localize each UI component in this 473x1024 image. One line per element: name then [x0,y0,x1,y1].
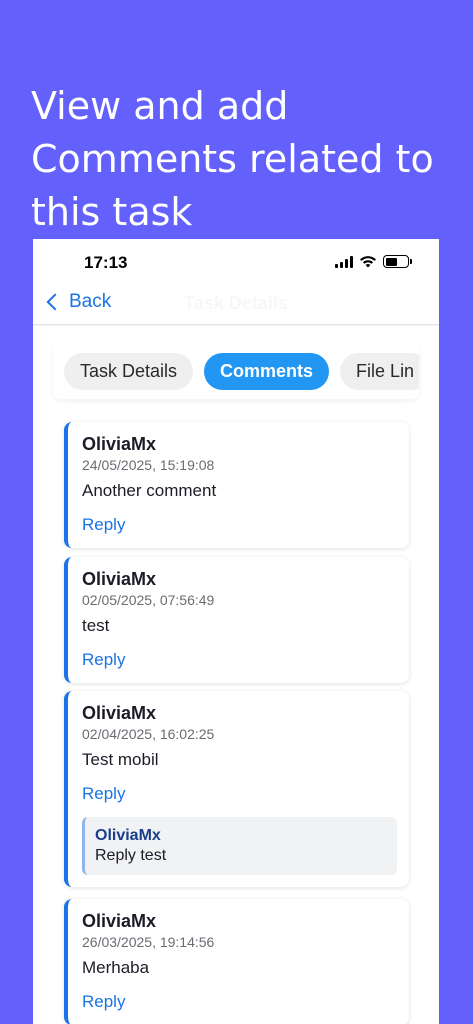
comment-author: OliviaMx [82,434,157,454]
status-time: 17:13 [84,253,128,272]
cellular-signal-icon [335,255,353,268]
comment-text: Merhaba [82,958,150,977]
comment-author: OliviaMx [82,569,157,589]
comment-date: 02/05/2025, 07:56:49 [82,592,215,608]
comment-text: Test mobil [82,750,159,769]
reply-button[interactable]: Reply [82,783,397,805]
comment-date: 02/04/2025, 16:02:25 [82,726,215,742]
battery-icon [383,255,412,268]
comment-card: OliviaMx 02/04/2025, 16:02:25 Test mobil… [64,691,409,887]
reply-item: OliviaMx Reply test [82,817,397,875]
reply-button[interactable]: Reply [82,649,397,683]
reply-button[interactable]: Reply [82,514,397,548]
tab-task-details[interactable]: Task Details [64,353,194,390]
comment-card: OliviaMx 26/03/2025, 19:14:56 Merhaba Re… [64,899,409,1024]
comment-author: OliviaMx [82,703,157,723]
comment-card: OliviaMx 24/05/2025, 15:19:08 Another co… [64,422,409,548]
status-bar: 17:13 [33,239,439,287]
phone-screen: 17:13 Back Task Details Task Details Com… [33,239,439,1024]
reply-button[interactable]: Reply [82,991,397,1024]
comment-text: Another comment [82,481,217,500]
comments-content[interactable]: Task Details Comments File Lin OliviaMx … [33,326,439,1024]
headline: View and add Comments related to this ta… [31,84,434,234]
wifi-icon [360,256,376,268]
reply-author: OliviaMx [95,827,161,844]
nav-title: Task Details [184,293,288,313]
comment-date: 24/05/2025, 15:19:08 [82,457,215,473]
tab-comments[interactable]: Comments [204,353,330,390]
reply-text: Reply test [95,847,167,864]
comment-date: 26/03/2025, 19:14:56 [82,934,215,950]
status-icons [335,255,412,268]
tab-file-links[interactable]: File Lin [340,353,419,390]
comment-text: test [82,616,110,635]
tab-bar[interactable]: Task Details Comments File Lin [53,343,419,399]
comment-author: OliviaMx [82,911,157,931]
comment-card: OliviaMx 02/05/2025, 07:56:49 test Reply [64,557,409,683]
navigation-bar: Back Task Details [33,287,439,325]
